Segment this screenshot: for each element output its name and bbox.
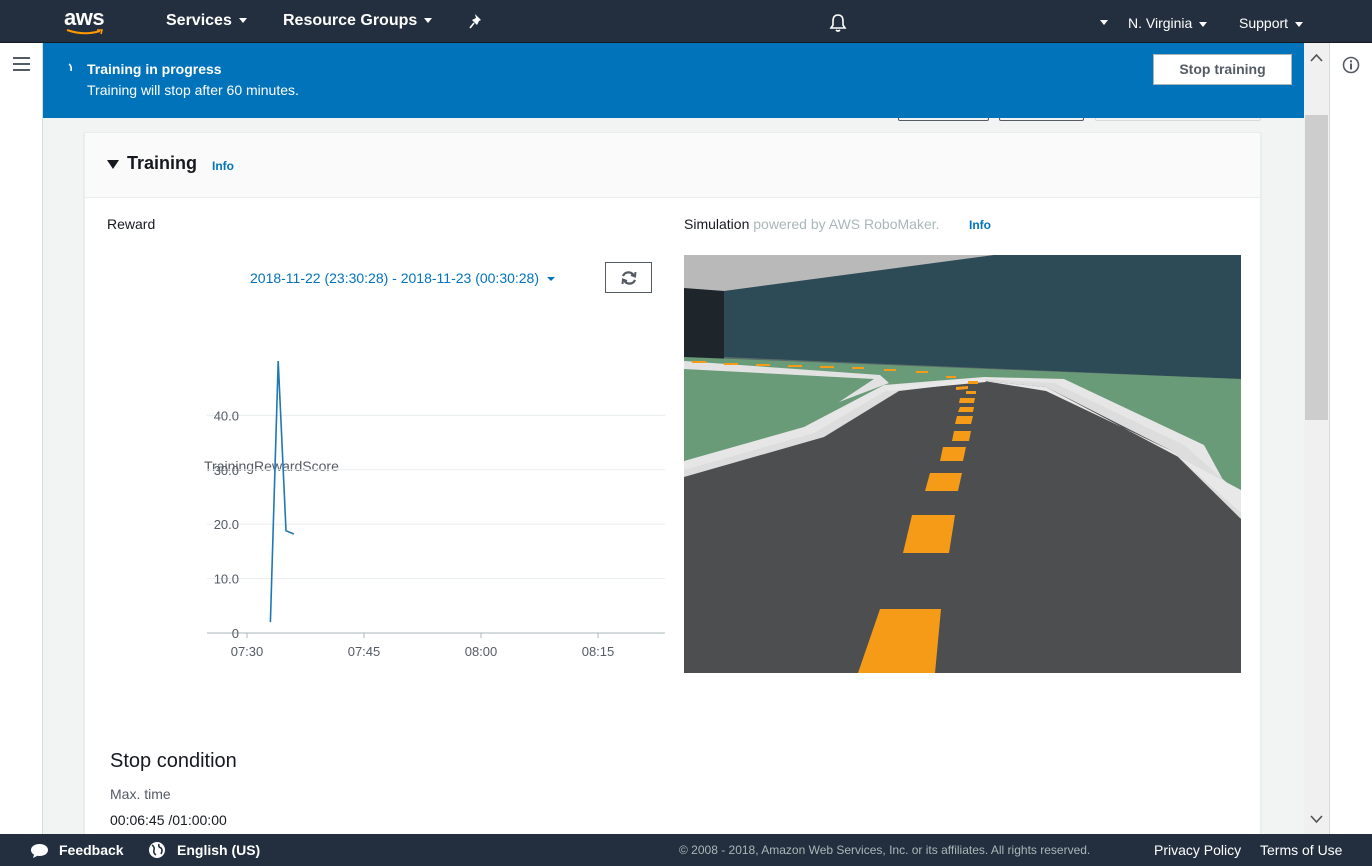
chevron-down-icon bbox=[238, 18, 247, 24]
spinner-icon bbox=[68, 63, 73, 72]
left-rail bbox=[0, 43, 43, 834]
simulation-label: Simulation bbox=[684, 216, 750, 232]
reward-chart: TrainingRewardScore010.020.030.040.007:3… bbox=[204, 360, 665, 659]
top-navigation: aws Services Resource Groups N. Virginia… bbox=[0, 0, 1372, 43]
pin-icon[interactable] bbox=[469, 13, 485, 29]
terms-of-use-link[interactable]: Terms of Use bbox=[1260, 842, 1342, 858]
y-tick-label: 40.0 bbox=[214, 408, 239, 423]
y-tick-label: 10.0 bbox=[214, 572, 239, 587]
privacy-policy-link[interactable]: Privacy Policy bbox=[1154, 842, 1241, 858]
menu-icon[interactable] bbox=[13, 57, 30, 71]
refresh-button[interactable] bbox=[605, 262, 652, 293]
x-tick-label: 07:30 bbox=[231, 644, 264, 659]
simulation-powered-by: powered by AWS RoboMaker. bbox=[753, 216, 940, 232]
date-range-label: 2018-11-22 (23:30:28) - 2018-11-23 (00:3… bbox=[250, 270, 540, 286]
collapse-triangle-icon[interactable] bbox=[107, 160, 119, 169]
stop-training-button[interactable]: Stop training bbox=[1153, 54, 1292, 85]
globe-icon bbox=[149, 842, 165, 858]
refresh-icon bbox=[621, 271, 637, 285]
region-menu[interactable]: N. Virginia bbox=[1128, 15, 1208, 31]
training-flash-banner: Training in progress Training will stop … bbox=[43, 43, 1304, 118]
series-line bbox=[269, 360, 295, 623]
panel-title: Training bbox=[127, 153, 198, 173]
chevron-down-icon bbox=[1199, 21, 1208, 27]
flash-title: Training in progress bbox=[87, 61, 222, 77]
flash-message: Training will stop after 60 minutes. bbox=[87, 82, 299, 98]
chevron-down-icon bbox=[547, 277, 556, 282]
simulation-info-link[interactable]: Info bbox=[969, 218, 991, 232]
aws-logo-text: aws bbox=[64, 5, 105, 30]
x-tick-label: 07:45 bbox=[348, 644, 381, 659]
x-tick-label: 08:00 bbox=[465, 644, 498, 659]
training-panel-header[interactable]: Training Info bbox=[85, 133, 1260, 198]
scroll-thumb[interactable] bbox=[1305, 115, 1328, 420]
chevron-down-icon bbox=[1295, 21, 1304, 27]
resource-groups-label: Resource Groups bbox=[283, 12, 418, 29]
scroll-up-icon[interactable] bbox=[1304, 43, 1329, 73]
services-menu[interactable]: Services bbox=[166, 12, 247, 30]
scrollbar[interactable] bbox=[1304, 43, 1329, 834]
aws-smile-icon bbox=[66, 29, 104, 35]
aws-logo[interactable]: aws bbox=[62, 5, 112, 37]
x-tick-label: 08:15 bbox=[582, 644, 615, 659]
chevron-down-icon bbox=[424, 18, 433, 24]
training-info-link[interactable]: Info bbox=[212, 159, 234, 173]
training-panel: Training Info Reward 2018-11-22 (23:30:2… bbox=[84, 132, 1261, 834]
footer: Feedback English (US) © 2008 - 2018, Ama… bbox=[0, 834, 1372, 866]
max-time-value: 00:06:45 /01:00:00 bbox=[110, 812, 227, 828]
support-label: Support bbox=[1239, 15, 1289, 31]
account-menu-chevron-icon[interactable] bbox=[1100, 20, 1108, 25]
right-rail bbox=[1329, 43, 1372, 834]
support-menu[interactable]: Support bbox=[1239, 15, 1304, 31]
y-tick-label: 20.0 bbox=[214, 517, 239, 532]
simulation-video bbox=[684, 255, 1241, 673]
feedback-icon bbox=[31, 844, 48, 858]
max-time-label: Max. time bbox=[110, 786, 171, 802]
language-selector[interactable]: English (US) bbox=[177, 842, 260, 858]
date-range-selector[interactable]: 2018-11-22 (23:30:28) - 2018-11-23 (00:3… bbox=[250, 270, 556, 286]
bell-icon[interactable] bbox=[828, 13, 848, 33]
info-circle-icon[interactable] bbox=[1342, 56, 1360, 74]
copyright-text: © 2008 - 2018, Amazon Web Services, Inc.… bbox=[679, 843, 1091, 857]
reward-label: Reward bbox=[107, 216, 156, 232]
scroll-down-icon[interactable] bbox=[1304, 804, 1329, 834]
feedback-link[interactable]: Feedback bbox=[59, 842, 124, 858]
y-tick-label: 0 bbox=[232, 626, 239, 641]
services-label: Services bbox=[166, 12, 232, 29]
resource-groups-menu[interactable]: Resource Groups bbox=[283, 12, 433, 30]
simulation-heading: Simulation powered by AWS RoboMaker. bbox=[684, 216, 940, 232]
region-label: N. Virginia bbox=[1128, 15, 1193, 31]
y-tick-label: 30.0 bbox=[214, 463, 239, 478]
main-content: Training in progress Training will stop … bbox=[43, 43, 1304, 834]
stop-condition-title: Stop condition bbox=[110, 750, 237, 772]
